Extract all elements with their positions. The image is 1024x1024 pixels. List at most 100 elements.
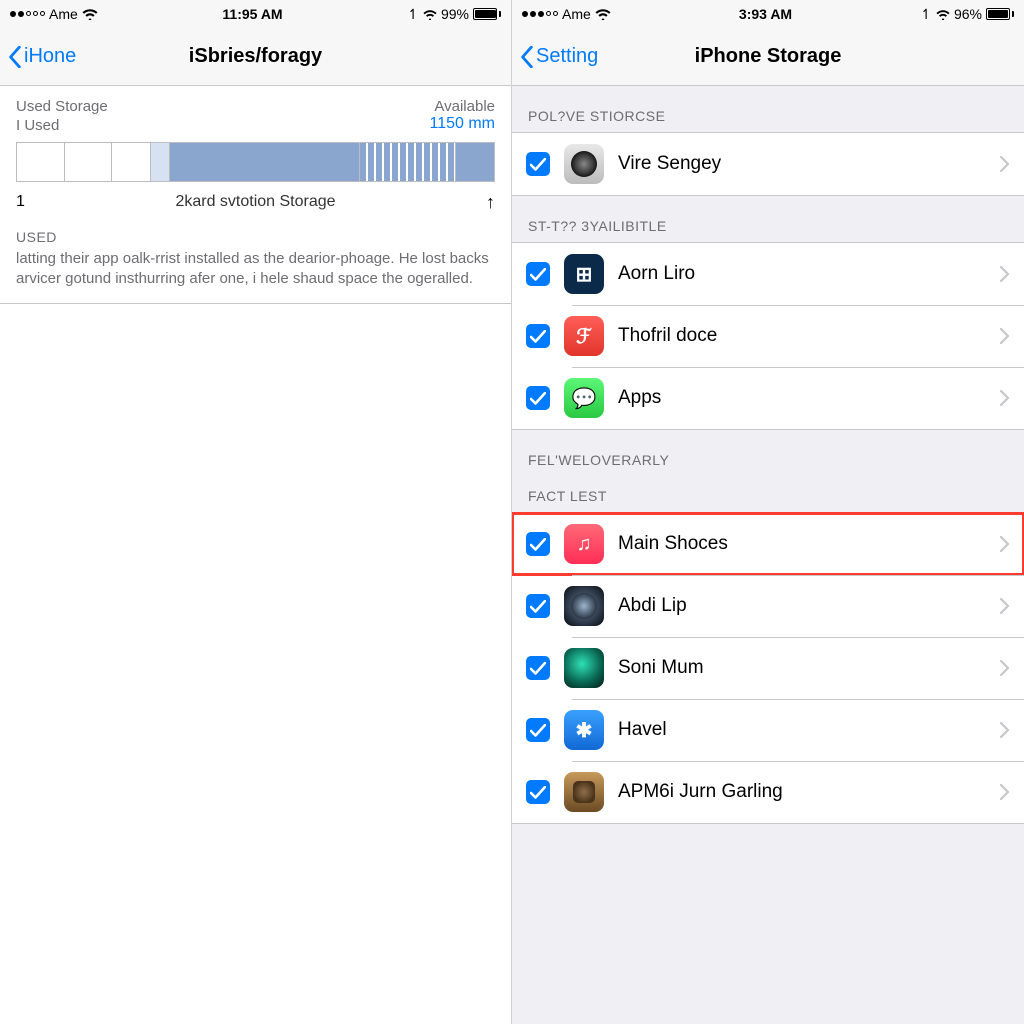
carrier-label: Ame [562, 6, 591, 22]
section-header-3b: FACT LEST [512, 476, 1024, 512]
storage-segment [65, 143, 113, 181]
storage-segment [151, 143, 170, 181]
used-section-body: latting their app oalk-rrist installed a… [16, 249, 495, 290]
wifi-icon [595, 8, 611, 20]
chevron-right-icon [1000, 536, 1010, 552]
navbar: iHone iSbries/foragy [0, 28, 511, 86]
app-icon [564, 586, 604, 626]
status-left: Ame [522, 6, 611, 22]
app-label: Aorn Liro [618, 263, 1000, 285]
checkbox-icon[interactable] [526, 594, 550, 618]
app-label: Soni Mum [618, 657, 1000, 679]
nav-arrow-icon: ↿ [920, 6, 932, 23]
phone-left: Ame 11:95 AM ↿ 99% iHone [0, 0, 512, 1024]
axis-up-icon: ↑ [486, 192, 495, 213]
checkbox-icon[interactable] [526, 656, 550, 680]
status-time: 11:95 AM [222, 6, 282, 22]
app-icon [564, 144, 604, 184]
app-label: Abdi Lip [618, 595, 1000, 617]
storage-segment [360, 143, 455, 181]
checkbox-icon[interactable] [526, 386, 550, 410]
content-right: POL?VE STIORCSE Vire Sengey ST-T?? 3YAIL… [512, 86, 1024, 1024]
available-label: Available [429, 98, 495, 115]
list-section-2: ⊞ Aorn Liro ℱ Thofril doce 💬 Apps [512, 242, 1024, 430]
page-title: iSbries/foragy [0, 45, 511, 68]
battery-icon [473, 8, 501, 20]
app-row[interactable]: ℱ Thofril doce [512, 305, 1024, 367]
storage-bar-chart [16, 142, 495, 182]
checkbox-icon[interactable] [526, 324, 550, 348]
app-row[interactable]: Soni Mum [512, 637, 1024, 699]
back-label: Setting [536, 45, 598, 68]
section-header-3a: FEL'WELOVERARLY [512, 430, 1024, 476]
app-label: Vire Sengey [618, 153, 1000, 175]
status-time: 3:93 AM [739, 6, 792, 22]
app-icon: ✱ [564, 710, 604, 750]
battery-pct: 96% [954, 6, 982, 22]
axis-start: 1 [16, 193, 25, 211]
chevron-right-icon [1000, 722, 1010, 738]
app-row[interactable]: Vire Sengey [512, 133, 1024, 195]
chevron-right-icon [1000, 660, 1010, 676]
status-bar: Ame 11:95 AM ↿ 99% [0, 0, 511, 28]
navbar: Setting iPhone Storage [512, 28, 1024, 86]
chevron-left-icon [8, 46, 22, 68]
app-icon: ♫ [564, 524, 604, 564]
signal-dots-icon [522, 11, 558, 17]
used-sub-label: I Used [16, 117, 108, 136]
app-row[interactable]: ✱ Havel [512, 699, 1024, 761]
app-label: Thofril doce [618, 325, 1000, 347]
list-section-1: Vire Sengey [512, 132, 1024, 196]
used-storage-label: Used Storage [16, 98, 108, 117]
app-icon [564, 772, 604, 812]
app-label: Main Shoces [618, 533, 1000, 555]
checkbox-icon[interactable] [526, 780, 550, 804]
nav-arrow-icon: ↿ [407, 6, 419, 23]
screenshot-pair: Ame 11:95 AM ↿ 99% iHone [0, 0, 1024, 1024]
chevron-right-icon [1000, 328, 1010, 344]
app-icon [564, 648, 604, 688]
chevron-left-icon [520, 46, 534, 68]
signal-dots-icon [10, 11, 45, 17]
used-section-header: USED [16, 229, 495, 245]
app-row[interactable]: Abdi Lip [512, 575, 1024, 637]
app-label: APM6i Jurn Garling [618, 781, 1000, 803]
storage-segment [112, 143, 150, 181]
battery-icon [986, 8, 1014, 20]
wifi-small-icon [936, 9, 950, 20]
storage-segment [170, 143, 361, 181]
storage-segment [17, 143, 65, 181]
section-header-2: ST-T?? 3YAILIBITLE [512, 196, 1024, 242]
status-right: ↿ 96% [920, 6, 1014, 23]
storage-segment [456, 143, 494, 181]
storage-summary: Used Storage I Used Available 1150 mm 1 … [0, 86, 511, 304]
status-left: Ame [10, 6, 98, 22]
chevron-right-icon [1000, 784, 1010, 800]
app-icon: ⊞ [564, 254, 604, 294]
checkbox-icon[interactable] [526, 532, 550, 556]
chevron-right-icon [1000, 390, 1010, 406]
carrier-label: Ame [49, 6, 78, 22]
app-icon: ℱ [564, 316, 604, 356]
wifi-small-icon [423, 9, 437, 20]
app-row[interactable]: 💬 Apps [512, 367, 1024, 429]
app-label: Havel [618, 719, 1000, 741]
app-label: Apps [618, 387, 1000, 409]
list-section-3: ♫ Main Shoces Abdi Lip Soni Mum ✱ Havel APM6i … [512, 512, 1024, 824]
checkbox-icon[interactable] [526, 262, 550, 286]
back-label: iHone [24, 45, 76, 68]
app-row[interactable]: APM6i Jurn Garling [512, 761, 1024, 823]
back-button[interactable]: Setting [520, 45, 598, 68]
checkbox-icon[interactable] [526, 152, 550, 176]
available-value: 1150 mm [429, 115, 495, 133]
checkbox-icon[interactable] [526, 718, 550, 742]
section-header-1: POL?VE STIORCSE [512, 86, 1024, 132]
app-row[interactable]: ♫ Main Shoces [512, 513, 1024, 575]
app-icon: 💬 [564, 378, 604, 418]
back-button[interactable]: iHone [8, 45, 76, 68]
status-bar: Ame 3:93 AM ↿ 96% [512, 0, 1024, 28]
storage-caption: 2kard svtotion Storage [16, 193, 495, 211]
app-row[interactable]: ⊞ Aorn Liro [512, 243, 1024, 305]
chevron-right-icon [1000, 156, 1010, 172]
chevron-right-icon [1000, 598, 1010, 614]
